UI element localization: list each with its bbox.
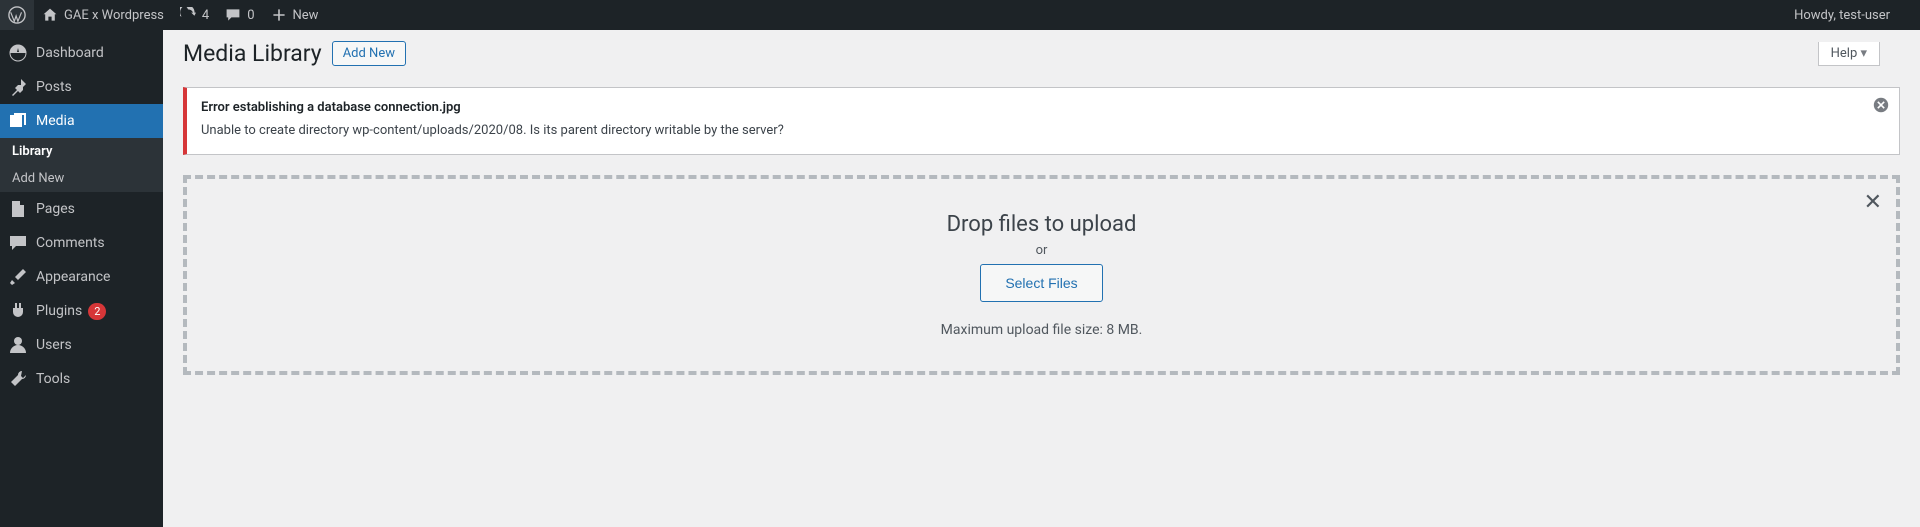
sidebar-item-label: Dashboard bbox=[36, 45, 104, 61]
sidebar-item-label: Comments bbox=[36, 235, 105, 251]
updates-item[interactable]: 4 bbox=[172, 0, 217, 30]
sidebar-item-label: Media bbox=[36, 113, 75, 129]
howdy-item[interactable]: Howdy, test-user bbox=[1786, 0, 1920, 30]
sidebar-item-label: Users bbox=[36, 337, 72, 353]
comment-icon bbox=[8, 233, 28, 253]
comments-count: 0 bbox=[247, 8, 254, 23]
comments-item[interactable]: 0 bbox=[217, 0, 262, 30]
sidebar-item-label: Tools bbox=[36, 371, 70, 387]
admin-menu: Dashboard Posts Media Library Add New Pa… bbox=[0, 30, 163, 527]
page-title: Media Library bbox=[183, 40, 322, 67]
sidebar-item-pages[interactable]: Pages bbox=[0, 192, 163, 226]
help-tab[interactable]: Help bbox=[1818, 42, 1880, 66]
pin-icon bbox=[8, 77, 28, 97]
sidebar-item-plugins[interactable]: Plugins 2 bbox=[0, 294, 163, 328]
dashboard-icon bbox=[8, 43, 28, 63]
plus-icon bbox=[271, 7, 287, 23]
updates-count: 4 bbox=[202, 8, 209, 23]
brush-icon bbox=[8, 267, 28, 287]
wordpress-icon bbox=[8, 6, 26, 24]
sidebar-item-appearance[interactable]: Appearance bbox=[0, 260, 163, 294]
admin-bar: GAE x Wordpress 4 0 New Howdy, test-user bbox=[0, 0, 1920, 30]
comment-icon bbox=[225, 7, 241, 23]
sidebar-item-label: Pages bbox=[36, 201, 75, 217]
add-new-button[interactable]: Add New bbox=[332, 41, 406, 66]
tools-icon bbox=[8, 369, 28, 389]
site-name-label: GAE x Wordpress bbox=[64, 8, 164, 23]
submenu-item-addnew[interactable]: Add New bbox=[0, 165, 163, 192]
uploader-dropzone[interactable]: ✕ Drop files to upload or Select Files M… bbox=[183, 175, 1900, 375]
sidebar-item-users[interactable]: Users bbox=[0, 328, 163, 362]
wordpress-logo[interactable] bbox=[0, 0, 34, 30]
site-name-item[interactable]: GAE x Wordpress bbox=[34, 0, 172, 30]
plug-icon bbox=[8, 301, 28, 321]
media-icon bbox=[8, 111, 28, 131]
howdy-label: Howdy, test-user bbox=[1794, 8, 1890, 23]
sidebar-item-posts[interactable]: Posts bbox=[0, 70, 163, 104]
sidebar-item-label: Posts bbox=[36, 79, 72, 95]
notice-title: Error establishing a database connection… bbox=[201, 100, 461, 115]
uploader-close-button[interactable]: ✕ bbox=[1864, 189, 1882, 215]
pages-icon bbox=[8, 199, 28, 219]
sidebar-item-dashboard[interactable]: Dashboard bbox=[0, 36, 163, 70]
submenu-item-library[interactable]: Library bbox=[0, 138, 163, 165]
dismiss-button[interactable] bbox=[1871, 96, 1891, 116]
sidebar-item-tools[interactable]: Tools bbox=[0, 362, 163, 396]
sidebar-item-comments[interactable]: Comments bbox=[0, 226, 163, 260]
new-label: New bbox=[293, 8, 319, 23]
new-item[interactable]: New bbox=[263, 0, 327, 30]
uploader-drop-text: Drop files to upload bbox=[947, 212, 1137, 237]
main-content: Media Library Add New Help Error establi… bbox=[163, 30, 1920, 375]
page-header: Media Library Add New Help bbox=[163, 30, 1920, 67]
sidebar-item-label: Appearance bbox=[36, 269, 110, 285]
max-size-text: Maximum upload file size: 8 MB. bbox=[941, 322, 1143, 338]
select-files-button[interactable]: Select Files bbox=[980, 264, 1102, 302]
close-icon bbox=[1873, 97, 1889, 113]
sidebar-item-media[interactable]: Media bbox=[0, 104, 163, 138]
notice-message: Unable to create directory wp-content/up… bbox=[201, 123, 1859, 138]
error-notice: Error establishing a database connection… bbox=[183, 87, 1900, 155]
sidebar-item-label: Plugins bbox=[36, 303, 82, 319]
uploader-or-text: or bbox=[1036, 243, 1048, 258]
home-icon bbox=[42, 7, 58, 23]
user-icon bbox=[8, 335, 28, 355]
media-submenu: Library Add New bbox=[0, 138, 163, 192]
plugins-badge: 2 bbox=[88, 303, 106, 320]
refresh-icon bbox=[180, 7, 196, 23]
